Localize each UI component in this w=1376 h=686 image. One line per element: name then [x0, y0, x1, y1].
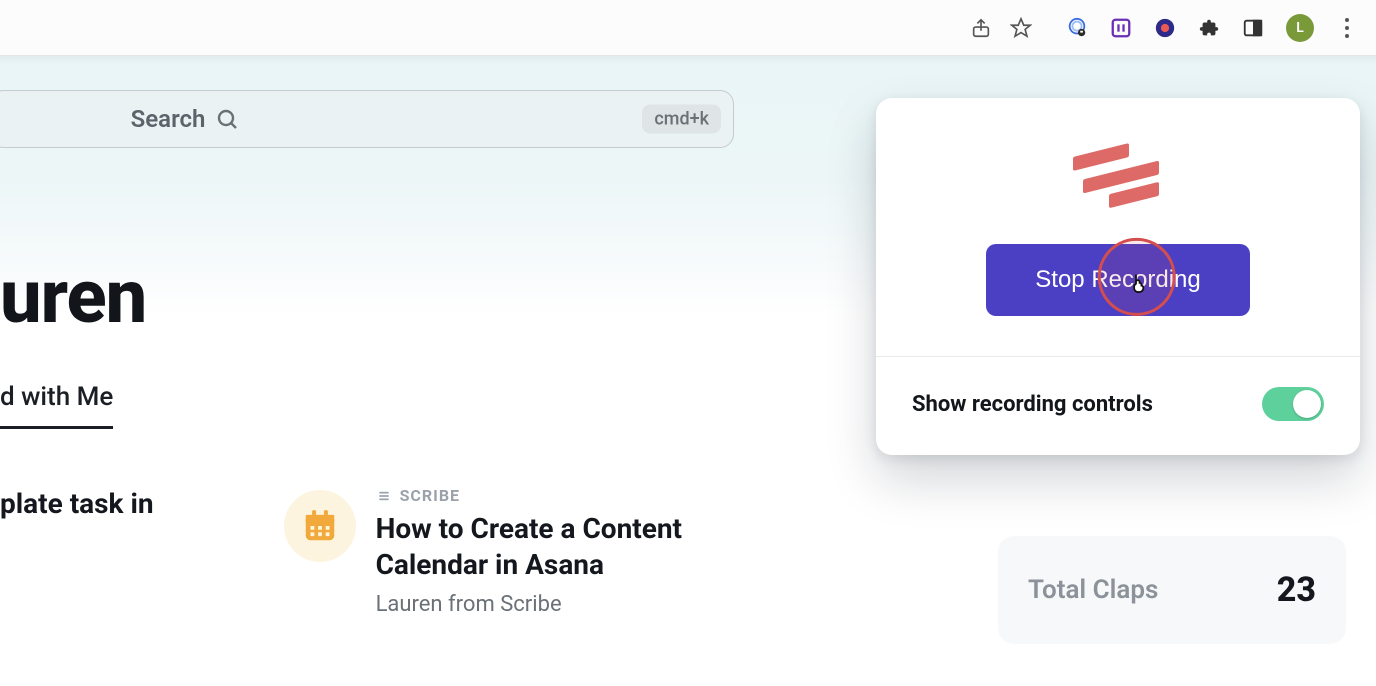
bookmark-star-icon[interactable]	[1010, 17, 1032, 39]
search-icon	[215, 107, 239, 131]
card-type-line: SCRIBE	[376, 486, 796, 505]
search-placeholder-group: Search	[131, 105, 240, 133]
search-input[interactable]: Search cmd+k	[0, 90, 734, 148]
document-card[interactable]: SCRIBE How to Create a Content Calendar …	[284, 486, 796, 617]
extension-popup: Stop Recording Show recording controls	[876, 98, 1360, 455]
browser-actions: L	[970, 14, 1358, 42]
tab-shared-with-me[interactable]: d with Me	[0, 382, 113, 429]
search-placeholder-text: Search	[131, 105, 206, 133]
card-body: plate task in	[0, 486, 154, 522]
extensions-puzzle-icon[interactable]	[1198, 17, 1220, 39]
extension-icons-row: L	[1066, 14, 1358, 42]
search-shortcut-hint: cmd+k	[642, 105, 721, 134]
stats-card-total-claps: Total Claps 23	[998, 536, 1346, 644]
popup-logo-area	[876, 98, 1360, 228]
page-title: uren	[0, 254, 146, 341]
card-body: SCRIBE How to Create a Content Calendar …	[376, 486, 796, 617]
stats-label: Total Claps	[1028, 575, 1158, 605]
show-controls-toggle[interactable]	[1262, 387, 1324, 421]
card-title: How to Create a Content Calendar in Asan…	[376, 511, 796, 584]
calendar-icon	[284, 490, 356, 562]
scribe-logo-icon	[1073, 144, 1163, 208]
profile-avatar[interactable]: L	[1286, 14, 1314, 42]
top-edge-shadow	[0, 56, 1376, 66]
popup-controls-row: Show recording controls	[876, 357, 1360, 455]
card-author: Lauren from Scribe	[376, 592, 796, 617]
extension-icon-record[interactable]	[1154, 17, 1176, 39]
extension-icon-2[interactable]	[1110, 17, 1132, 39]
toggle-knob	[1293, 390, 1321, 418]
app-surface: Search cmd+k uren d with Me plate task i…	[0, 56, 1376, 686]
stats-value: 23	[1277, 570, 1316, 610]
extension-icon-1[interactable]	[1066, 17, 1088, 39]
list-icon	[376, 488, 392, 504]
tab-row: d with Me	[0, 382, 113, 429]
stop-recording-label: Stop Recording	[1035, 266, 1200, 293]
show-controls-label: Show recording controls	[912, 392, 1153, 417]
share-icon[interactable]	[970, 17, 992, 39]
browser-menu-icon[interactable]	[1336, 17, 1358, 39]
browser-toolbar: L	[0, 0, 1376, 56]
card-title: plate task in	[0, 486, 154, 522]
stop-recording-button[interactable]: Stop Recording	[986, 244, 1250, 316]
document-card[interactable]: plate task in	[0, 486, 154, 617]
sidepanel-icon[interactable]	[1242, 17, 1264, 39]
card-type-label: SCRIBE	[400, 486, 460, 505]
